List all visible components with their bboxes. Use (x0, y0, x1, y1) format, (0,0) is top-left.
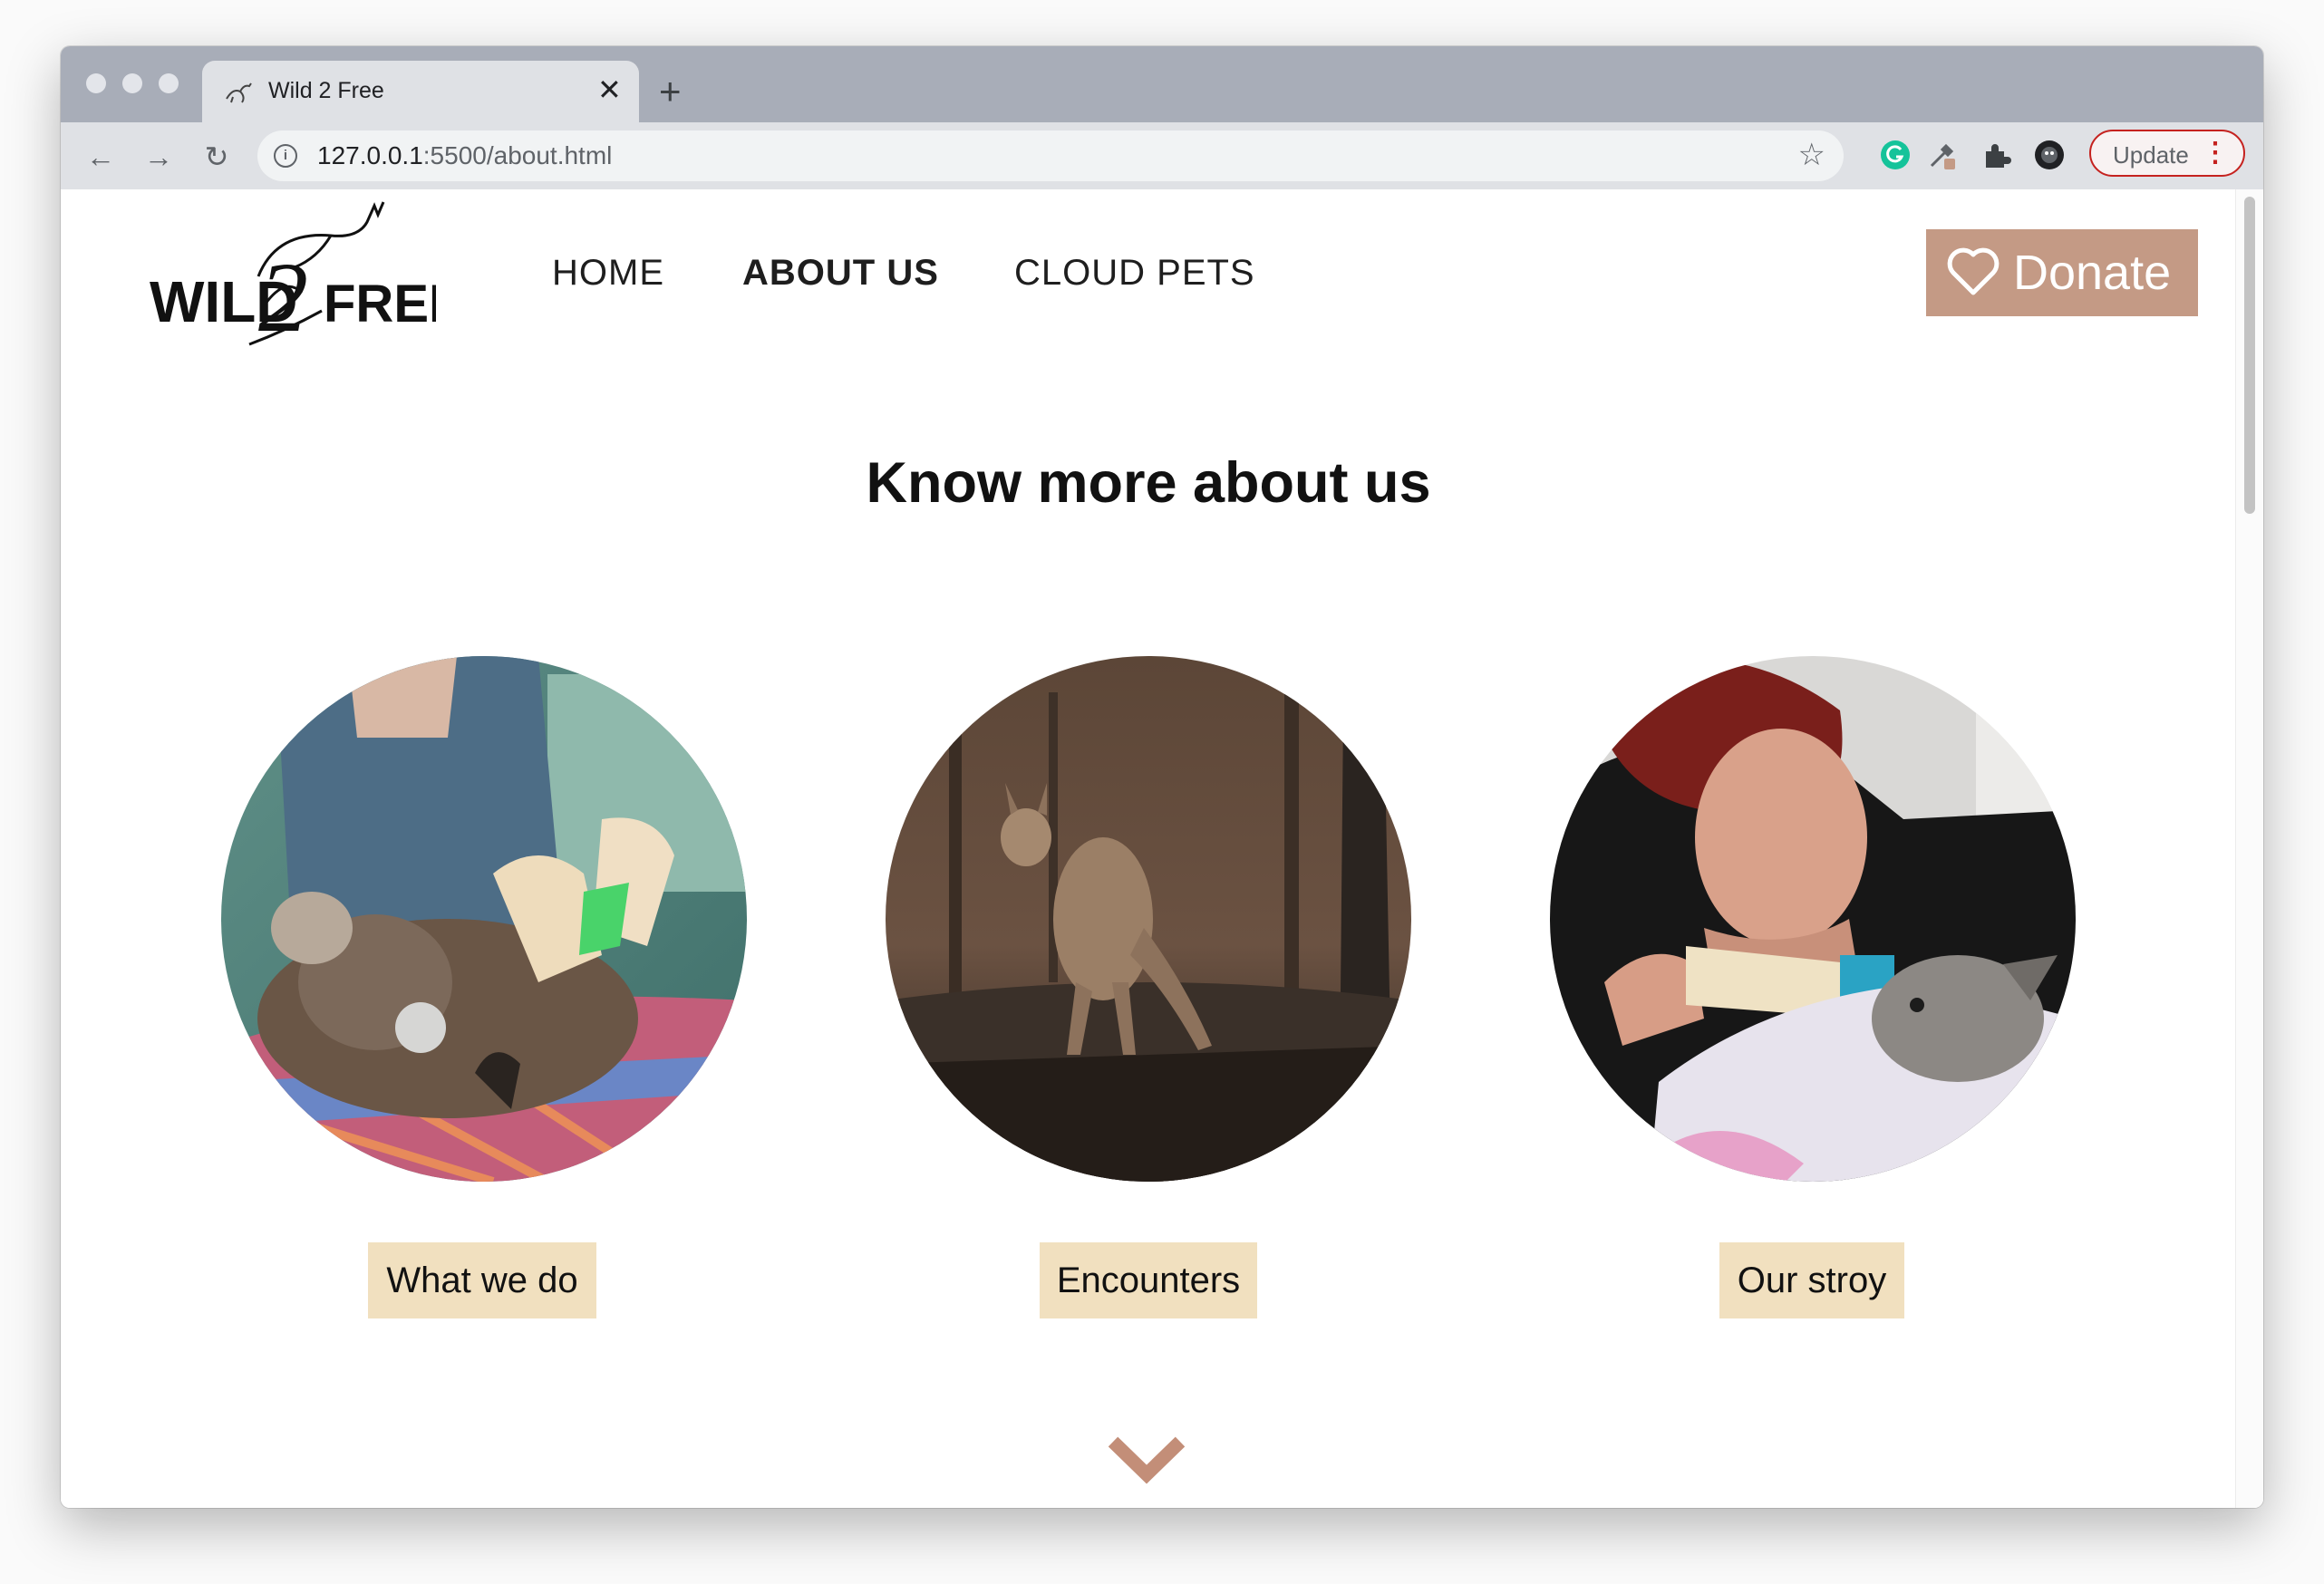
url-host: 127.0.0.1 (317, 141, 423, 169)
kangaroo-burnt-forest-image[interactable] (886, 656, 1411, 1182)
vertical-scrollbar[interactable] (2235, 189, 2263, 1508)
close-window-button[interactable] (86, 73, 106, 93)
donate-label: Donate (2013, 246, 2172, 300)
active-tab[interactable]: Wild 2 Free ✕ (202, 61, 639, 122)
url-path: :5500/about.html (422, 141, 613, 169)
nav-about-us[interactable]: ABOUT US (742, 253, 939, 294)
chevron-down-icon[interactable] (1106, 1433, 1187, 1487)
tab-strip: Wild 2 Free ✕ + (61, 46, 2263, 122)
browser-toolbar: ← → ↻ i 127.0.0.1:5500/about.html ☆ Upda… (61, 122, 2263, 191)
tab-title: Wild 2 Free (268, 78, 384, 103)
logo-free-text: FREE (324, 275, 436, 333)
back-icon[interactable]: ← (82, 139, 119, 175)
heart-icon (1947, 247, 2000, 295)
encounters-button[interactable]: Encounters (1040, 1242, 1257, 1318)
bookmark-star-icon[interactable]: ☆ (1798, 139, 1825, 171)
donate-button[interactable]: Donate (1926, 229, 2198, 316)
extensions-puzzle-icon[interactable] (1980, 139, 2013, 171)
address-bar[interactable]: i 127.0.0.1:5500/about.html ☆ (257, 130, 1844, 181)
page-viewport: WILD 2 FREE HOME ABOUT US CLOUD PETS Don… (61, 189, 2263, 1508)
update-button[interactable]: Update ⋮ (2089, 130, 2245, 177)
new-tab-button[interactable]: + (659, 72, 682, 111)
reload-icon[interactable]: ↻ (199, 139, 235, 175)
kangaroo-favicon-icon (226, 82, 252, 103)
nav-home[interactable]: HOME (552, 253, 664, 294)
koala-treatment-image[interactable] (221, 656, 747, 1182)
close-tab-icon[interactable]: ✕ (597, 73, 622, 106)
site-info-icon[interactable]: i (274, 144, 297, 168)
profile-avatar-icon[interactable] (2033, 139, 2066, 171)
update-label: Update (2113, 141, 2189, 169)
forward-icon[interactable]: → (140, 139, 177, 175)
menu-dots-icon: ⋮ (2202, 138, 2229, 168)
scrollbar-thumb[interactable] (2244, 197, 2255, 514)
nav-cloud-pets[interactable]: CLOUD PETS (1014, 253, 1255, 294)
eyedropper-extension-icon[interactable] (1926, 139, 1959, 171)
zoom-window-button[interactable] (159, 73, 179, 93)
wild2free-logo[interactable]: WILD 2 FREE (150, 195, 436, 349)
browser-window: Wild 2 Free ✕ + ← → ↻ i 127.0.0.1:5500/a… (61, 46, 2263, 1508)
joey-bottle-feeding-image[interactable] (1550, 656, 2076, 1182)
grammarly-extension-icon[interactable] (1879, 139, 1912, 171)
page-title: Know more about us (866, 451, 1431, 515)
url-text[interactable]: 127.0.0.1:5500/about.html (317, 141, 612, 170)
what-we-do-button[interactable]: What we do (368, 1242, 596, 1318)
minimize-window-button[interactable] (122, 73, 142, 93)
our-story-button[interactable]: Our stroy (1719, 1242, 1904, 1318)
logo-two-text: 2 (258, 242, 308, 349)
